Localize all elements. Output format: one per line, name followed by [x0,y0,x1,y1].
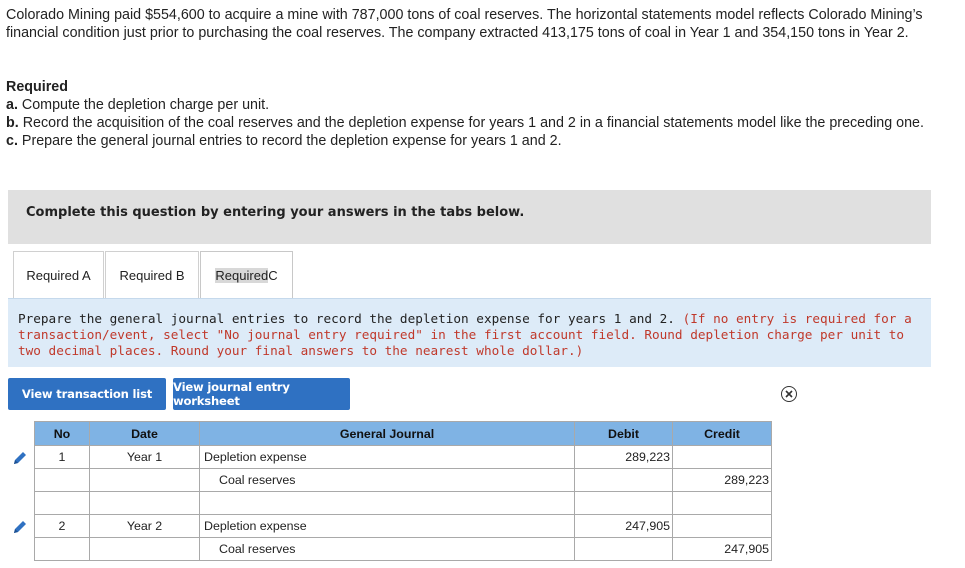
required-item-b: b. Record the acquisition of the coal re… [6,115,924,131]
account-field[interactable]: Depletion expense [199,445,575,469]
account-field[interactable]: Depletion expense [199,514,575,538]
column-header-general-journal: General Journal [199,421,575,446]
credit-field[interactable] [672,491,772,515]
view-transaction-list-button[interactable]: View transaction list [8,378,166,410]
required-item-a: a. Compute the depletion charge per unit… [6,97,270,113]
table-row: Coal reserves 289,223 [34,468,772,492]
tab-required-a[interactable]: Required A [13,251,104,298]
table-row: Coal reserves 247,905 [34,537,772,561]
entry-date [89,491,200,515]
instructions-text: Prepare the general journal entries to r… [18,311,683,326]
column-header-date: Date [89,421,200,446]
debit-field[interactable] [574,537,673,561]
debit-field[interactable] [574,491,673,515]
entry-number [34,537,90,561]
entry-date [89,468,200,492]
column-header-no: No [34,421,90,446]
journal-header-row: No Date General Journal Debit Credit [34,421,772,446]
entry-date [89,537,200,561]
account-field[interactable]: Coal reserves [199,468,575,492]
instruction-banner: Complete this question by entering your … [8,190,931,244]
instructions-panel: Prepare the general journal entries to r… [8,298,931,367]
account-field[interactable]: Coal reserves [199,537,575,561]
close-icon[interactable] [781,386,797,402]
entry-number [34,491,90,515]
table-row: 1 Year 1 Depletion expense 289,223 [34,445,772,469]
required-heading: Required [6,79,68,95]
debit-field[interactable]: 247,905 [574,514,673,538]
problem-intro: Colorado Mining paid $554,600 to acquire… [6,7,923,41]
credit-field[interactable]: 289,223 [672,468,772,492]
tab-required-b[interactable]: Required B [105,251,199,298]
required-list: a. Compute the depletion charge per unit… [6,96,936,150]
entry-date: Year 1 [89,445,200,469]
table-row: 2 Year 2 Depletion expense 247,905 [34,514,772,538]
table-row [34,491,772,515]
credit-field[interactable] [672,514,772,538]
debit-field[interactable] [574,468,673,492]
account-field[interactable] [199,491,575,515]
banner-text: Complete this question by entering your … [26,205,525,220]
entry-number: 1 [34,445,90,469]
edit-pencil-icon[interactable] [11,450,28,467]
column-header-debit: Debit [574,421,673,446]
edit-pencil-icon[interactable] [11,519,28,536]
column-header-credit: Credit [672,421,772,446]
entry-date: Year 2 [89,514,200,538]
entry-number: 2 [34,514,90,538]
tab-required-c[interactable]: Required C [200,251,293,299]
required-item-c: c. Prepare the general journal entries t… [6,133,562,149]
credit-field[interactable] [672,445,772,469]
credit-field[interactable]: 247,905 [672,537,772,561]
entry-number [34,468,90,492]
debit-field[interactable]: 289,223 [574,445,673,469]
view-journal-worksheet-button[interactable]: View journal entry worksheet [173,378,350,410]
general-journal-table: No Date General Journal Debit Credit 1 Y… [34,421,772,561]
